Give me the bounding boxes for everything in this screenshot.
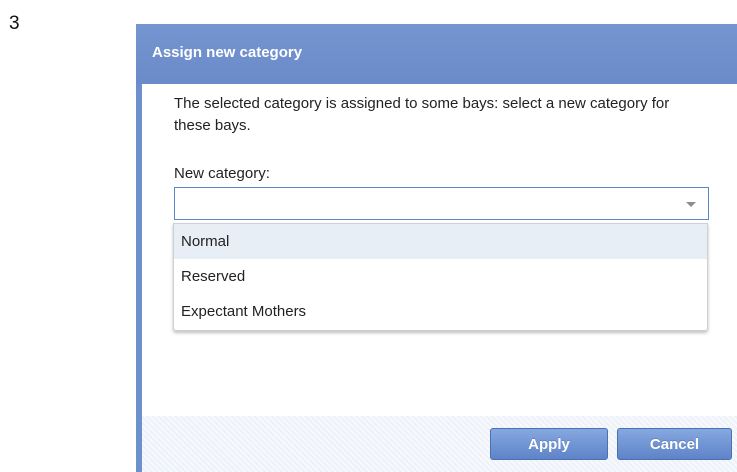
option-reserved[interactable]: Reserved [174, 259, 707, 294]
apply-button[interactable]: Apply [490, 428, 608, 460]
new-category-label: New category: [174, 165, 270, 182]
dialog-title: Assign new category [152, 44, 303, 61]
new-category-select[interactable] [174, 187, 709, 220]
step-number: 3 [9, 13, 20, 34]
option-normal[interactable]: Normal [174, 224, 707, 259]
dialog-body: The selected category is assigned to som… [142, 84, 737, 416]
category-dropdown-list: Normal Reserved Expectant Mothers [173, 223, 708, 331]
dialog-footer: Apply Cancel [142, 416, 737, 472]
dialog-message: The selected category is assigned to som… [174, 95, 670, 134]
chevron-down-icon[interactable] [686, 202, 696, 207]
dialog-header[interactable]: Assign new category [136, 24, 737, 84]
assign-category-dialog: Assign new category The selected categor… [136, 24, 737, 472]
cancel-button[interactable]: Cancel [617, 428, 732, 460]
option-expectant-mothers[interactable]: Expectant Mothers [174, 294, 707, 329]
